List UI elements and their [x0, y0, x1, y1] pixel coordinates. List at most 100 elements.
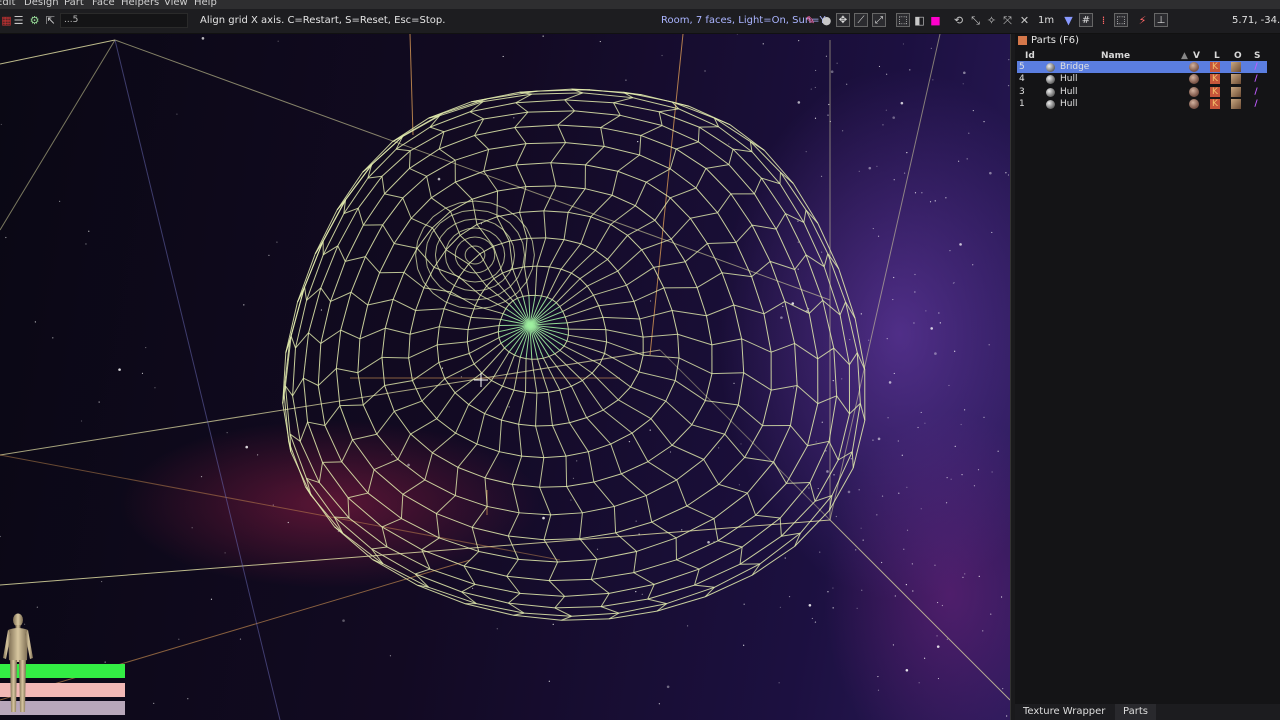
column-select[interactable]: S	[1254, 51, 1260, 61]
wireframe-scene[interactable]	[0, 34, 1010, 720]
menu-icon[interactable]: ☰	[12, 14, 25, 27]
bounds-icon[interactable]: ⬚	[1114, 13, 1128, 27]
lock-icon[interactable]: K	[1210, 87, 1220, 97]
part-row[interactable]: 3 Hull K /	[1017, 86, 1267, 98]
star	[954, 445, 956, 447]
dome-rib-edge	[741, 338, 772, 353]
dome-rib-edge	[535, 393, 538, 427]
bolt-icon[interactable]: ⚡	[1136, 14, 1149, 27]
dome-rib-edge	[653, 261, 686, 268]
inner-ring-edge	[467, 246, 471, 250]
select-tool-icon[interactable]: ⇱	[44, 14, 57, 27]
dome-ring-edge	[392, 272, 405, 300]
expand-icon[interactable]: ⤡	[969, 14, 982, 27]
dome-ring-edge	[518, 423, 536, 427]
filter-icon[interactable]: ▼	[1062, 14, 1075, 27]
inner-ring-edge	[474, 209, 488, 213]
lock-icon[interactable]: K	[1210, 74, 1220, 84]
menu-view[interactable]: View	[164, 0, 188, 9]
part-name: Bridge	[1060, 62, 1090, 72]
column-locked[interactable]: L	[1214, 51, 1220, 61]
sphere-icon[interactable]: ●	[820, 14, 833, 27]
menu-helpers[interactable]: Helpers	[121, 0, 159, 9]
select-pencil-icon[interactable]: /	[1251, 62, 1261, 72]
dome-rib-edge	[590, 194, 613, 218]
pin-icon[interactable]: ✧	[985, 14, 998, 27]
dome-ring-edge	[443, 291, 452, 309]
column-id[interactable]: Id	[1025, 51, 1035, 61]
dome-ring-edge	[381, 328, 386, 358]
menu-edit[interactable]: Edit	[0, 0, 15, 9]
tab-parts[interactable]: Parts	[1115, 704, 1156, 720]
tab-texture-wrapper[interactable]: Texture Wrapper	[1015, 704, 1113, 720]
part-id: 1	[1019, 99, 1025, 109]
snap-tool-icon[interactable]: ⬚	[896, 13, 910, 27]
part-row[interactable]: 1 Hull K /	[1017, 98, 1267, 110]
align-icon[interactable]: ◧	[913, 14, 926, 27]
menu-part[interactable]: Part	[64, 0, 84, 9]
inner-ring-edge	[482, 228, 491, 233]
menu-help[interactable]: Help	[194, 0, 217, 9]
dome-rib-edge	[550, 142, 566, 164]
select-pencil-icon[interactable]: /	[1251, 99, 1261, 109]
star	[797, 268, 799, 270]
cursor-crosshair-icon	[474, 373, 488, 387]
lock-icon[interactable]: K	[1210, 99, 1220, 109]
dome-rib-edge	[763, 300, 786, 315]
scale-tool-icon[interactable]: ⤢	[872, 13, 886, 27]
star	[635, 591, 637, 593]
rotate-icon[interactable]: ⟲	[952, 14, 965, 27]
dome-ring-edge	[647, 584, 695, 600]
viewport-3d[interactable]	[0, 34, 1010, 720]
visibility-icon[interactable]	[1189, 62, 1199, 72]
star	[460, 376, 463, 378]
pencil-icon[interactable]: ✎	[804, 14, 817, 27]
line-tool-icon[interactable]: ⟋	[854, 13, 868, 27]
star	[936, 645, 940, 648]
star	[892, 116, 896, 119]
contract-icon[interactable]: ⤧	[1001, 14, 1014, 27]
select-pencil-icon[interactable]: /	[1251, 74, 1261, 84]
opacity-icon[interactable]	[1231, 99, 1241, 109]
visibility-icon[interactable]	[1189, 87, 1199, 97]
column-name[interactable]: Name	[1101, 51, 1130, 61]
part-row[interactable]: 4 Hull K /	[1017, 73, 1267, 85]
command-input[interactable]: ...5	[60, 13, 188, 28]
inner-ring-edge	[517, 232, 524, 244]
sort-up-icon: ▲	[1181, 51, 1188, 61]
menu-design[interactable]: Design	[24, 0, 59, 9]
dome-ring-edge	[789, 385, 798, 426]
grid-icon[interactable]: #	[1079, 13, 1093, 27]
axes-icon[interactable]: ⊥	[1154, 13, 1168, 27]
star	[277, 40, 279, 42]
dome-ring-edge	[409, 310, 417, 335]
lock-icon[interactable]: K	[1210, 62, 1220, 72]
marker-icon[interactable]: ⁞	[1097, 14, 1110, 27]
visibility-icon[interactable]	[1189, 99, 1199, 109]
visibility-icon[interactable]	[1189, 74, 1199, 84]
dome-ring-edge	[410, 197, 432, 219]
select-pencil-icon[interactable]: /	[1251, 87, 1261, 97]
dome-wireframe[interactable]	[282, 88, 866, 621]
dome-rib-edge	[613, 102, 621, 116]
opacity-icon[interactable]	[1231, 74, 1241, 84]
opacity-icon[interactable]	[1231, 62, 1241, 72]
dome-ring-edge	[676, 458, 704, 481]
star	[792, 387, 795, 389]
column-opaque[interactable]: O	[1234, 51, 1242, 61]
magenta-square-icon[interactable]: ■	[929, 14, 942, 27]
star	[827, 591, 829, 593]
star	[502, 55, 504, 58]
move-tool-icon[interactable]: ✥	[836, 13, 850, 27]
part-row[interactable]: 5 Bridge K /	[1017, 61, 1267, 73]
star	[885, 109, 887, 111]
dome-ring-edge	[604, 341, 608, 354]
column-visible[interactable]: V	[1193, 51, 1200, 61]
close-x-icon[interactable]: ✕	[1018, 14, 1031, 27]
star	[153, 702, 155, 704]
opacity-icon[interactable]	[1231, 87, 1241, 97]
settings-icon[interactable]: ⚙	[28, 14, 41, 27]
inner-ring-edge	[499, 215, 511, 224]
menu-face[interactable]: Face	[92, 0, 115, 9]
dome-ring-edge	[676, 540, 719, 561]
